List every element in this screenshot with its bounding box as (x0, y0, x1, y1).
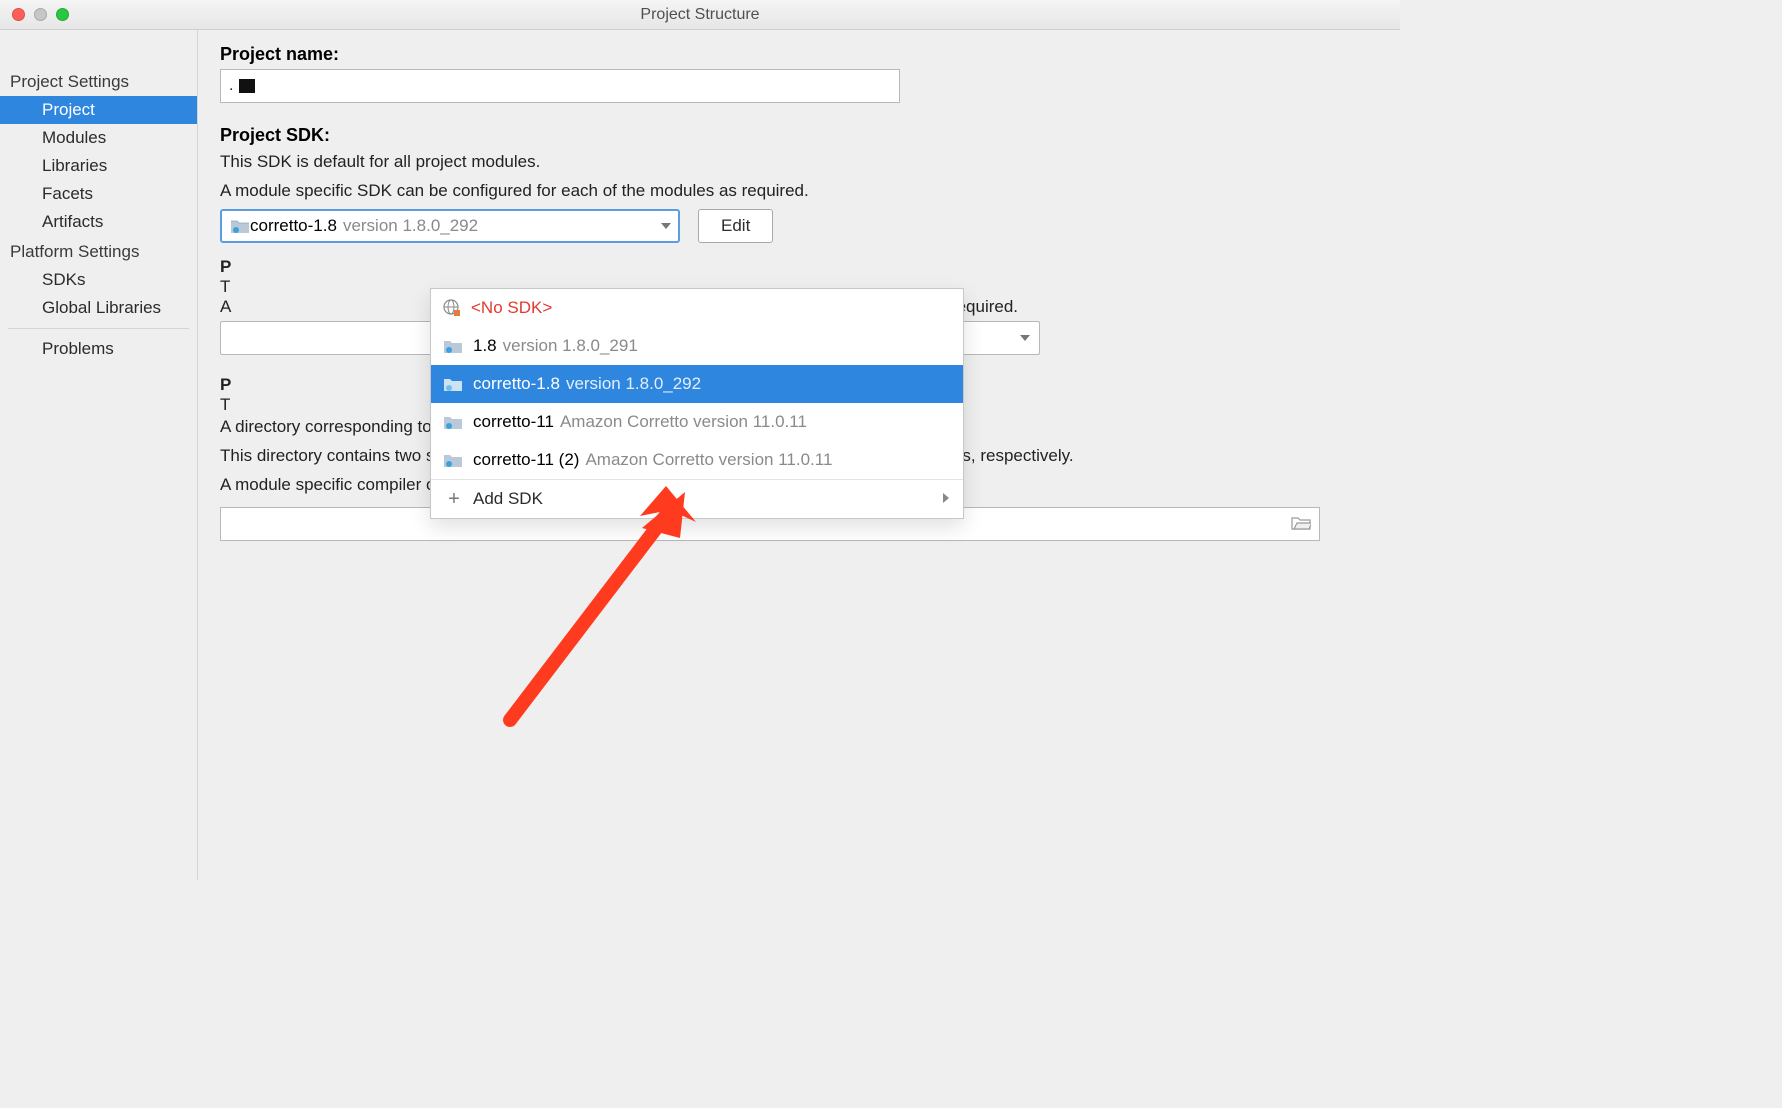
project-sdk-row: corretto-1.8 version 1.8.0_292 Edit (220, 209, 1380, 243)
sidebar-separator (8, 328, 189, 329)
sidebar-item-label: SDKs (42, 270, 85, 289)
sdk-desc-line2: A module specific SDK can be configured … (220, 179, 1380, 204)
project-sdk-combo[interactable]: corretto-1.8 version 1.8.0_292 (220, 209, 680, 243)
titlebar: Project Structure (0, 0, 1400, 30)
sidebar-item-project[interactable]: Project (0, 96, 197, 124)
sidebar-item-label: Facets (42, 184, 93, 203)
project-sdk-label: Project SDK: (220, 125, 1380, 146)
sdk-option-corretto-11[interactable]: corretto-11 Amazon Corretto version 11.0… (431, 403, 963, 441)
sidebar-item-sdks[interactable]: SDKs (0, 266, 197, 294)
sdk-option-label: <No SDK> (471, 298, 552, 318)
window-title: Project Structure (0, 6, 1400, 24)
sdk-option-corretto-1-8[interactable]: corretto-1.8 version 1.8.0_292 (431, 365, 963, 403)
sidebar-item-artifacts[interactable]: Artifacts (0, 208, 197, 236)
sidebar-item-modules[interactable]: Modules (0, 124, 197, 152)
sidebar-item-label: Project (42, 100, 95, 119)
sdk-dropdown: <No SDK> 1.8 version 1.8.0_291 corretto-… (430, 288, 964, 519)
sdk-folder-icon (230, 218, 250, 234)
sdk-folder-icon (443, 414, 463, 430)
sdk-option-name: corretto-11 (473, 412, 554, 432)
globe-icon (443, 299, 461, 317)
sdk-folder-icon (443, 376, 463, 392)
sdk-option-name: corretto-11 (2) (473, 450, 579, 470)
sdk-folder-icon (443, 338, 463, 354)
sdk-option-name: corretto-1.8 (473, 374, 560, 394)
window-zoom-button[interactable] (56, 8, 69, 21)
sidebar-item-label: Modules (42, 128, 106, 147)
sidebar-item-label: Global Libraries (42, 298, 161, 317)
sdk-folder-icon (443, 452, 463, 468)
sdk-option-1-8[interactable]: 1.8 version 1.8.0_291 (431, 327, 963, 365)
project-name-input[interactable]: . (220, 69, 900, 103)
sdk-option-version: Amazon Corretto version 11.0.11 (585, 450, 832, 470)
project-name-value: . (229, 77, 233, 95)
window-controls (0, 8, 69, 21)
sdk-desc-line1: This SDK is default for all project modu… (220, 150, 1380, 175)
sdk-option-name: 1.8 (473, 336, 497, 356)
sidebar-group-project-settings: Project Settings (0, 66, 197, 96)
window-close-button[interactable] (12, 8, 25, 21)
sidebar-group-platform-settings: Platform Settings (0, 236, 197, 266)
sidebar-item-label: Artifacts (42, 212, 103, 231)
sidebar-item-label: Problems (42, 339, 114, 358)
sdk-combo-version: version 1.8.0_292 (343, 216, 478, 236)
sdk-option-no-sdk[interactable]: <No SDK> (431, 289, 963, 327)
plus-icon: + (443, 488, 465, 511)
chevron-down-icon (660, 216, 672, 236)
sidebar-item-label: Libraries (42, 156, 107, 175)
submenu-arrow-icon (941, 489, 951, 509)
sdk-combo-name: corretto-1.8 (250, 216, 337, 236)
chevron-down-icon (1019, 328, 1031, 348)
sdk-edit-button[interactable]: Edit (698, 209, 773, 243)
obscured-a-letter: A (220, 297, 230, 316)
folder-open-icon[interactable] (1291, 514, 1311, 535)
sdk-option-corretto-11-2[interactable]: corretto-11 (2) Amazon Corretto version … (431, 441, 963, 479)
sdk-option-version: version 1.8.0_291 (503, 336, 638, 356)
sidebar-item-facets[interactable]: Facets (0, 180, 197, 208)
sdk-option-version: Amazon Corretto version 11.0.11 (560, 412, 807, 432)
sdk-option-version: version 1.8.0_292 (566, 374, 701, 394)
redacted-text (239, 79, 255, 93)
sidebar-item-libraries[interactable]: Libraries (0, 152, 197, 180)
sdk-option-add-sdk[interactable]: + Add SDK (431, 480, 963, 518)
sdk-edit-button-label: Edit (721, 216, 750, 236)
content-pane: Project name: . Project SDK: This SDK is… (198, 30, 1400, 880)
sidebar-item-global-libraries[interactable]: Global Libraries (0, 294, 197, 322)
sidebar-item-problems[interactable]: Problems (0, 335, 197, 363)
sidebar: Project Settings Project Modules Librari… (0, 30, 198, 880)
window-minimize-button[interactable] (34, 8, 47, 21)
add-sdk-label: Add SDK (473, 489, 543, 509)
obscured-heading-p: P (220, 257, 1380, 277)
project-name-label: Project name: (220, 44, 1380, 65)
